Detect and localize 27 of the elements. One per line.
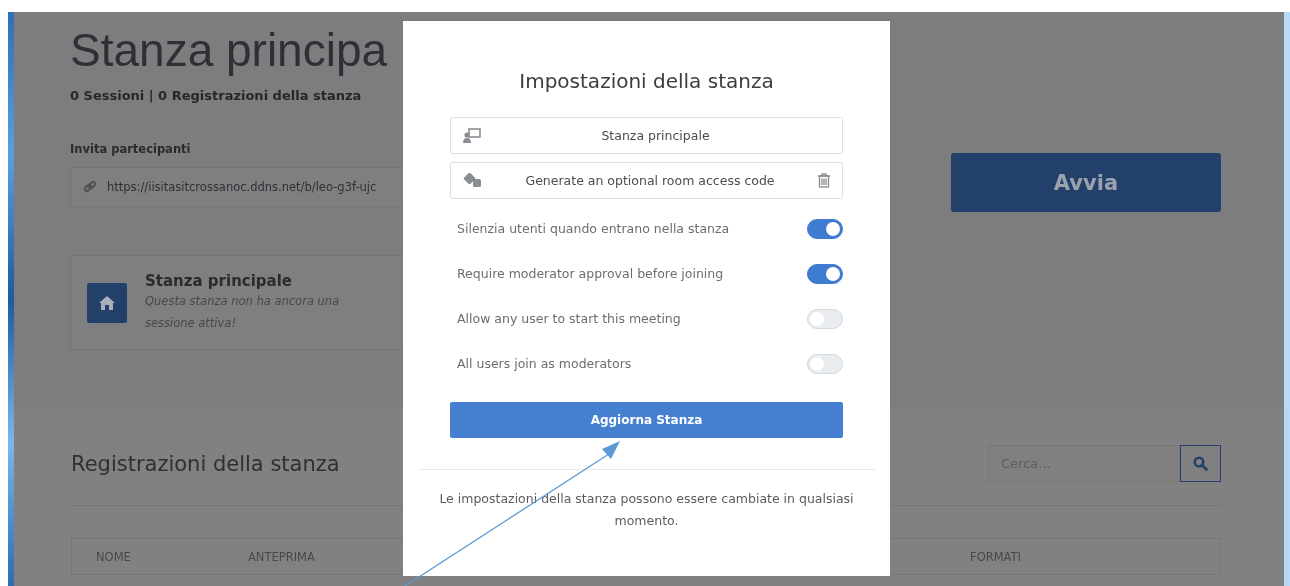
home-icon [87,282,127,323]
setting-label: Silenzia utenti quando entrano nella stanza [457,221,730,236]
dialog-note: Le impostazioni della stanza possono essere cambiate in qualsiasi momento. [438,490,855,530]
access-code-field[interactable]: Generate an optional room access code [450,162,843,199]
invite-label: Invita partecipanti [70,142,191,156]
toggle-switch[interactable] [807,218,843,239]
dialog-title: Impostazioni della stanza [519,69,774,93]
search-button[interactable] [1180,445,1221,482]
setting-label: All users join as moderators [457,356,632,371]
link-icon [83,180,97,194]
setting-label: Require moderator approval before joining [457,266,724,281]
page-title: Stanza principa [70,23,388,78]
start-button[interactable]: Avvia [951,153,1221,212]
invite-url-field[interactable]: https://iisitasitcrossanoc.ddns.net/b/leo-g3f-ujc [70,167,403,207]
search-icon [1193,456,1208,471]
toggle-switch[interactable] [807,263,843,284]
room-stats: 0 Sessioni | 0 Registrazioni della stanza [70,88,362,103]
section-title: Registrazioni della stanza [71,451,340,476]
trash-icon[interactable] [818,173,830,188]
dice-icon [463,173,482,188]
column-header[interactable]: FORMATI [970,549,1021,564]
room-name-field[interactable]: Stanza principale [450,117,843,154]
presentation-icon [463,128,481,143]
setting-label: Allow any user to start this meeting [457,311,681,326]
room-name: Stanza principale [145,271,293,290]
update-room-button[interactable]: Aggiorna Stanza [450,402,843,438]
column-header[interactable]: NOME [96,549,248,564]
